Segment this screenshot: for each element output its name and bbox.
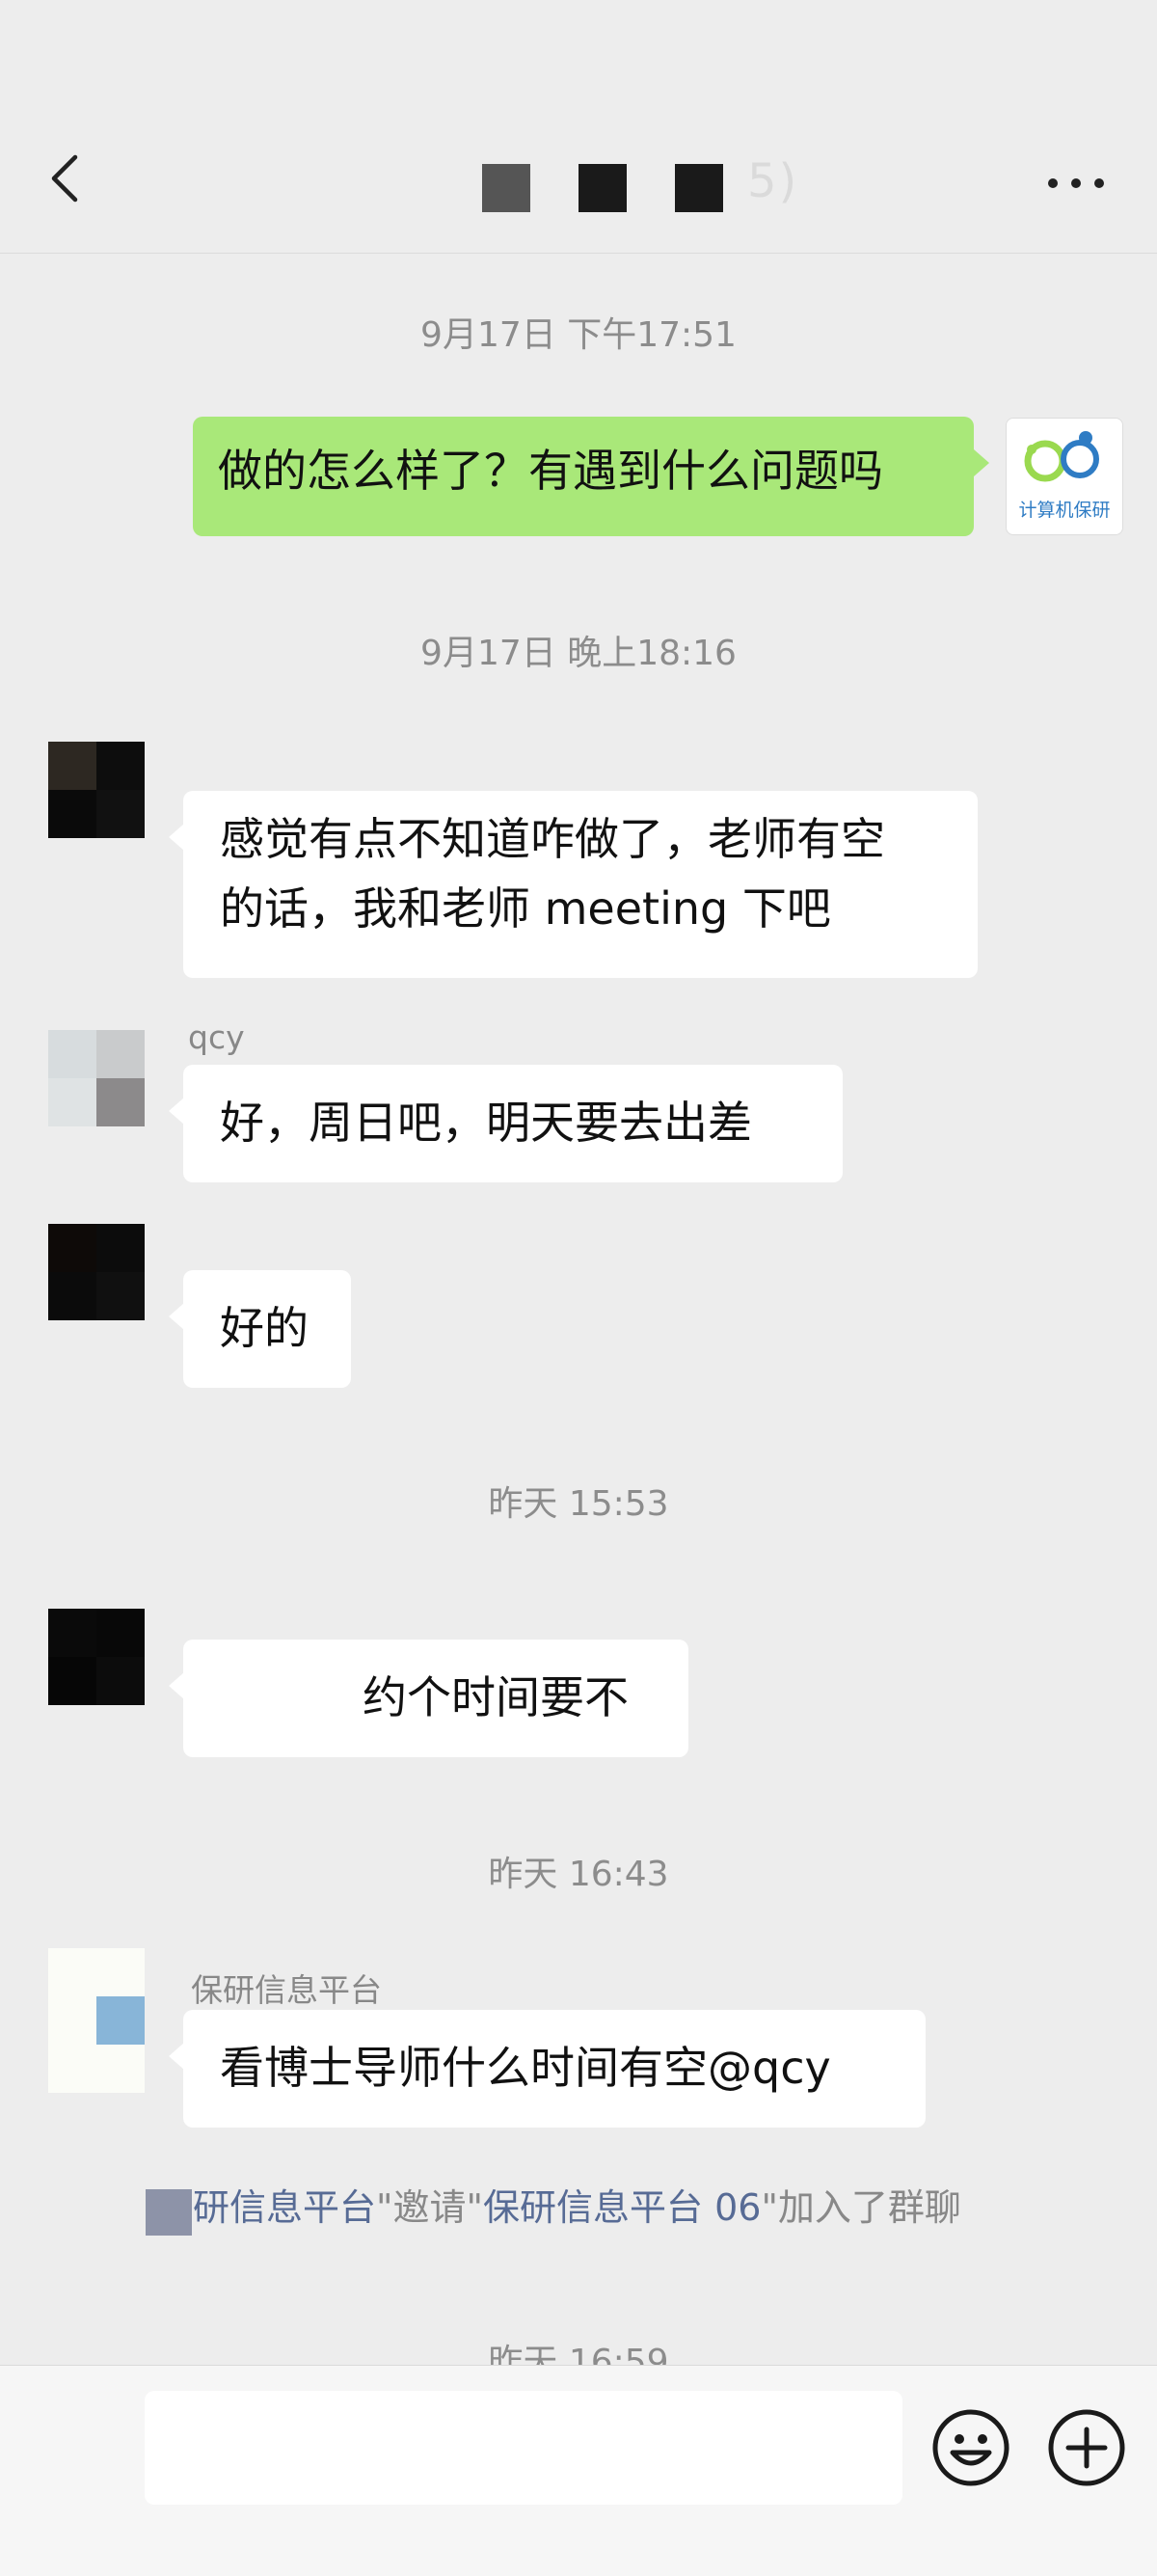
more-icon[interactable] [1041,159,1111,207]
chat-header: 5) [0,0,1157,254]
avatar-label: 计算机保研 [1018,500,1111,521]
message-text: 好的 [220,1302,309,1354]
message-text: 好，周日吧，明天要去出差 [220,1097,752,1149]
avatar[interactable] [48,742,145,838]
message-text: 做的怎么样了？有遇到什么问题吗 [218,445,883,497]
avatar[interactable] [48,1609,145,1705]
logo-icon [1024,431,1099,482]
title-redaction-1 [482,164,530,212]
timestamp: 昨天 16:43 [488,1855,669,1894]
emoji-icon[interactable] [929,2406,1012,2489]
title-redaction-2 [578,164,627,212]
avatar[interactable] [48,1030,145,1126]
my-avatar[interactable]: 计算机保研 [1006,418,1123,535]
timestamp: 9月17日 晚上18:16 [420,634,737,673]
message-text-line: 的话，我和老师 meeting 下吧 [220,882,831,935]
avatar[interactable] [48,1224,145,1320]
incoming-message[interactable]: 好的 [169,1270,351,1388]
chat-title-text: 5) [747,154,799,208]
invitee-link[interactable]: 保研信息平台 06 [483,2186,761,2229]
message-input[interactable] [145,2391,902,2505]
input-bar [0,2365,1157,2576]
incoming-message[interactable]: 感觉有点不知道咋做了，老师有空 的话，我和老师 meeting 下吧 [169,791,978,978]
back-icon[interactable] [42,149,91,207]
timestamp: 9月17日 下午17:51 [420,315,737,355]
timestamp: 昨天 15:53 [488,1484,669,1524]
incoming-message[interactable]: 约个时间要不 [169,1640,688,1757]
avatar[interactable] [48,1948,145,2093]
title-redaction-3 [675,164,723,212]
sender-name: qcy [188,1018,245,1056]
message-text: 看博士导师什么时间有空@qcy [220,2042,831,2094]
incoming-message[interactable]: 看博士导师什么时间有空@qcy [169,2010,926,2128]
avatar-blue-block [96,1996,145,2045]
plus-circle-icon[interactable] [1045,2406,1128,2489]
inviter-link[interactable]: 研信息平台 [193,2186,376,2229]
system-message: 研信息平台"邀请"保研信息平台 06"加入了群聊 [193,2186,961,2229]
sender-name: 保研信息平台 [191,1971,382,2009]
outgoing-message[interactable]: 做的怎么样了？有遇到什么问题吗 [193,417,989,536]
message-text: 约个时间要不 [363,1671,629,1723]
system-avatar-block [146,2189,192,2236]
message-text-line: 感觉有点不知道咋做了，老师有空 [220,813,885,865]
incoming-message[interactable]: 好，周日吧，明天要去出差 [169,1065,843,1182]
